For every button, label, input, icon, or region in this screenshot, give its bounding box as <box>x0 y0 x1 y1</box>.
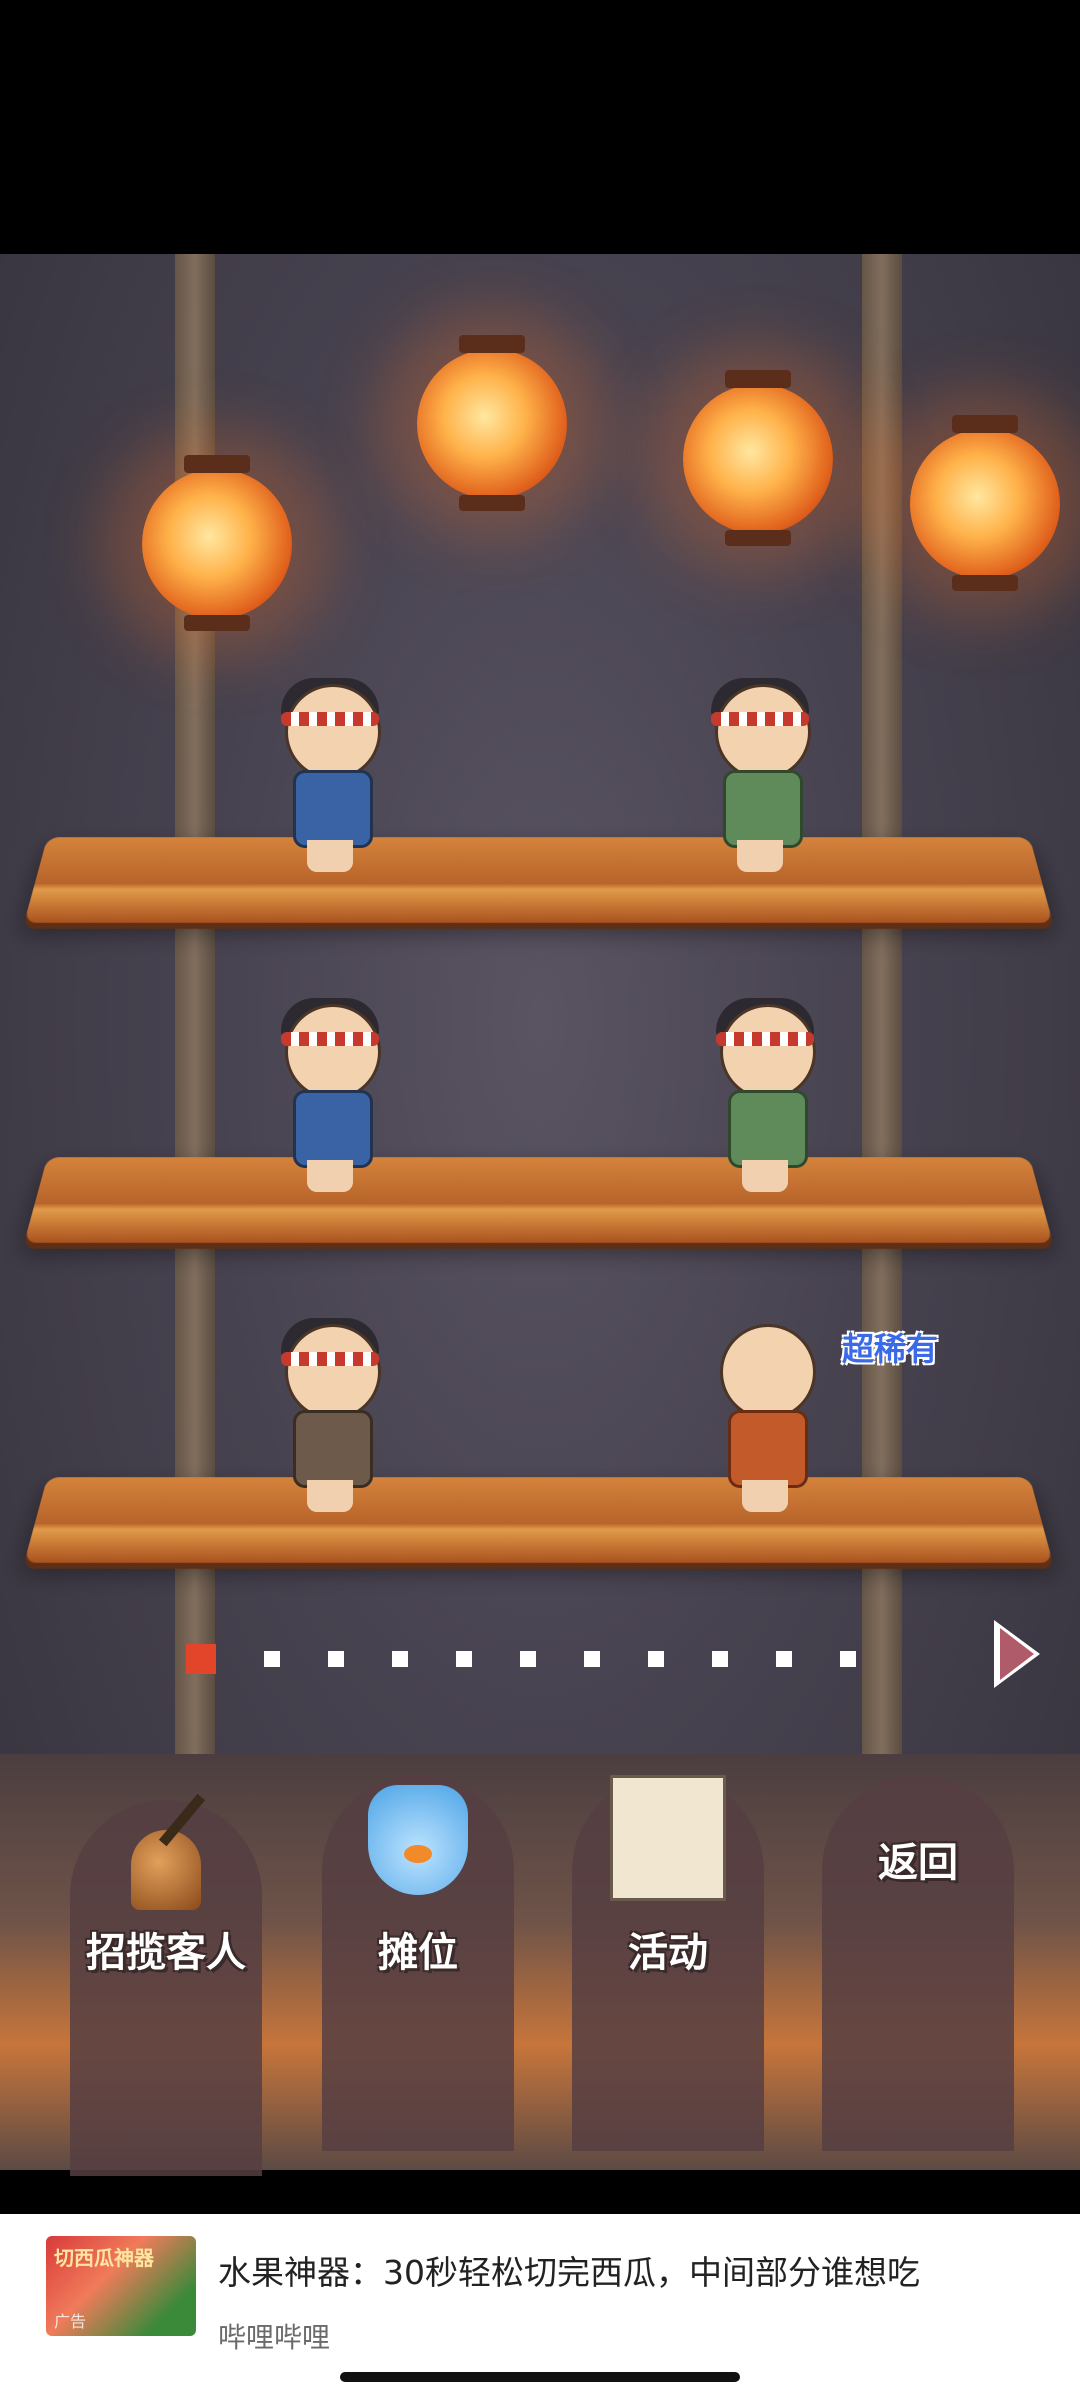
newspaper-icon <box>610 1775 726 1901</box>
menu-label: 返回 <box>822 1830 1014 1888</box>
customer-character-glasses[interactable] <box>695 684 825 874</box>
page-dot[interactable] <box>520 1651 536 1667</box>
customer-character-flute-rare[interactable] <box>700 1324 830 1514</box>
page-dot[interactable] <box>264 1651 280 1667</box>
status-bar-area <box>0 0 1080 254</box>
page-dot[interactable] <box>840 1651 856 1667</box>
rare-badge: 超稀有 <box>842 1324 938 1370</box>
shelf-top <box>24 837 1053 923</box>
customer-character-fan[interactable] <box>265 684 395 874</box>
customer-character-butterfly-net[interactable] <box>700 1004 830 1194</box>
ad-source: 哔哩哔哩 <box>218 2316 330 2356</box>
menu-label: 摊位 <box>322 1920 514 1978</box>
next-page-arrow-icon[interactable] <box>994 1620 1040 1688</box>
ad-banner[interactable]: 切西瓜神器 广告 水果神器：30秒轻松切完西瓜，中间部分谁想吃 哔哩哔哩 <box>0 2214 1080 2400</box>
page-dot[interactable] <box>712 1651 728 1667</box>
ad-thumbnail[interactable]: 切西瓜神器 广告 <box>46 2236 196 2336</box>
lantern-icon <box>417 349 567 499</box>
page-dot[interactable] <box>584 1651 600 1667</box>
attract-customers-button[interactable]: 招揽客人 <box>70 1800 262 2176</box>
menu-label: 招揽客人 <box>70 1920 262 1978</box>
stall-button[interactable]: 摊位 <box>322 1775 514 2151</box>
lantern-icon <box>683 384 833 534</box>
page-dot[interactable] <box>648 1651 664 1667</box>
page-dot[interactable] <box>776 1651 792 1667</box>
events-button[interactable]: 活动 <box>572 1775 764 2151</box>
lantern-icon <box>910 429 1060 579</box>
goldfish-bag-icon <box>368 1785 468 1895</box>
ad-title[interactable]: 水果神器：30秒轻松切完西瓜，中间部分谁想吃 <box>218 2246 920 2294</box>
bell-icon <box>131 1830 201 1910</box>
page-dot-active[interactable] <box>186 1644 216 1674</box>
lantern-icon <box>142 469 292 619</box>
shelf-bottom <box>24 1477 1053 1563</box>
page-dot[interactable] <box>456 1651 472 1667</box>
ad-tag: 广告 <box>54 2308 86 2332</box>
home-indicator[interactable] <box>340 2372 740 2382</box>
page-dot[interactable] <box>328 1651 344 1667</box>
shelf-middle <box>24 1157 1053 1243</box>
back-button[interactable]: 返回 <box>822 1775 1014 2151</box>
menu-label: 活动 <box>572 1920 764 1978</box>
customer-character-shaved-ice[interactable] <box>265 1324 395 1514</box>
ad-thumbnail-text: 切西瓜神器 <box>54 2242 154 2271</box>
page-dot[interactable] <box>392 1651 408 1667</box>
customer-character-umbrella[interactable] <box>265 1004 395 1194</box>
page-indicator <box>186 1644 856 1674</box>
